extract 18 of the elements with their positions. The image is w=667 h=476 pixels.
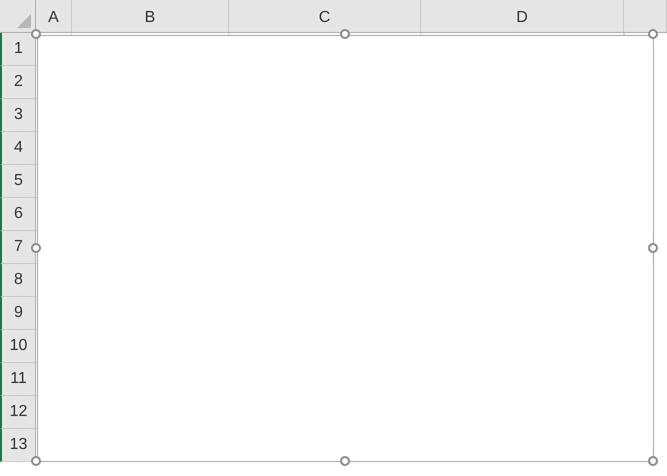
row-header[interactable]: 8: [0, 264, 36, 297]
column-header[interactable]: B: [72, 0, 229, 32]
row-header[interactable]: 9: [0, 297, 36, 330]
row-header[interactable]: 2: [0, 66, 36, 99]
row-header[interactable]: 4: [0, 132, 36, 165]
row-header[interactable]: 5: [0, 165, 36, 198]
resize-handle[interactable]: [648, 456, 658, 466]
row-header[interactable]: 13: [0, 429, 36, 462]
row-header[interactable]: 10: [0, 330, 36, 363]
row-header[interactable]: 12: [0, 396, 36, 429]
column-header[interactable]: D: [421, 0, 624, 32]
row-header[interactable]: 6: [0, 198, 36, 231]
resize-handle[interactable]: [31, 456, 41, 466]
select-all-icon: [17, 14, 31, 28]
row-header[interactable]: 11: [0, 363, 36, 396]
row-header[interactable]: 3: [0, 99, 36, 132]
row-header[interactable]: 1: [0, 33, 36, 66]
row-header[interactable]: 7: [0, 231, 36, 264]
